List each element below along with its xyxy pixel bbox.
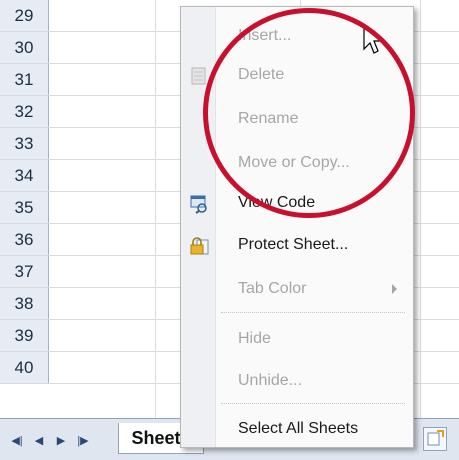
previous-sheet-icon[interactable]: ◀ [32,433,46,447]
insert-worksheet-button[interactable] [423,427,447,451]
menu-item-label: Select All Sheets [238,420,359,437]
menu-item-select-all-sheets[interactable]: Select All Sheets [181,415,413,445]
last-sheet-icon[interactable]: |▶ [76,433,90,447]
next-sheet-icon[interactable]: ▶ [54,433,68,447]
menu-item-hide[interactable]: Hide [181,325,413,355]
menu-item-label: Hide [238,330,271,347]
submenu-arrow-icon [392,284,397,294]
view-code-icon [189,194,209,214]
row-header[interactable]: 36 [0,224,49,255]
annotation-circle [203,8,415,218]
delete-sheet-icon [189,66,209,86]
menu-separator [221,403,405,404]
row-header[interactable]: 33 [0,128,49,159]
menu-item-label: Unhide... [238,372,303,389]
menu-item-tab-color[interactable]: Tab Color [181,275,413,305]
row-header[interactable]: 31 [0,64,49,95]
row-header[interactable]: 39 [0,320,49,351]
row-header[interactable]: 40 [0,352,49,383]
row-header[interactable]: 29 [0,0,49,31]
menu-separator [221,312,405,313]
menu-item-label: Tab Color [238,280,307,297]
menu-item-protect-sheet[interactable]: Protect Sheet... [181,231,413,261]
row-header[interactable]: 38 [0,288,49,319]
row-header[interactable]: 32 [0,96,49,127]
row-header[interactable]: 37 [0,256,49,287]
menu-item-label: Protect Sheet... [238,236,349,253]
menu-item-unhide[interactable]: Unhide... [181,367,413,397]
row-header[interactable]: 30 [0,32,49,63]
insert-worksheet-icon [427,430,444,446]
protect-sheet-icon [189,236,209,256]
row-header[interactable]: 34 [0,160,49,191]
first-sheet-icon[interactable]: ◀| [10,433,24,447]
row-header[interactable]: 35 [0,192,49,223]
